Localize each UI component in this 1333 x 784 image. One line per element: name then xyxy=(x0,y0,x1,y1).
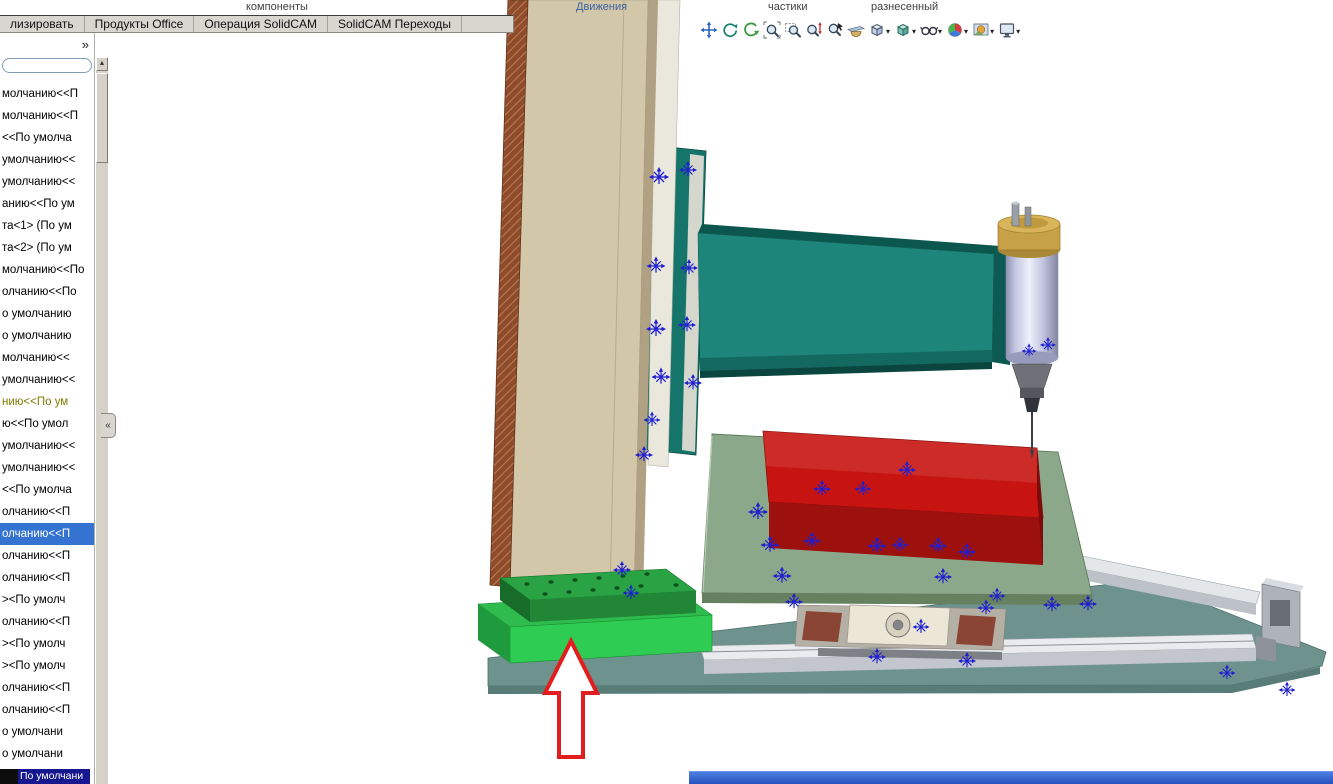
tree-item[interactable]: нию<<По ум xyxy=(0,391,94,413)
tree-item[interactable]: умолчанию<< xyxy=(0,435,94,457)
mount-plates-green[interactable] xyxy=(477,568,713,664)
panel-collapse-button[interactable]: « xyxy=(101,413,116,438)
tab-solidcam-operation[interactable]: Операция SolidCAM xyxy=(194,16,328,32)
tab-analyze[interactable]: лизировать xyxy=(0,16,85,32)
table-mechanism[interactable] xyxy=(794,604,1007,660)
bottom-black-block xyxy=(0,769,18,784)
tree-item[interactable]: умолчанию<< xyxy=(0,149,94,171)
tree-item[interactable]: та<1> (По ум xyxy=(0,215,94,237)
apply-scene-icon[interactable] xyxy=(970,20,991,41)
ribbon-fragment-exploded[interactable]: разнесенный xyxy=(871,1,938,13)
commandmanager-partial-row: компоненты Движения частики разнесенный xyxy=(0,0,1333,15)
edit-appearance-icon[interactable] xyxy=(944,20,965,41)
hide-show-items-icon[interactable] xyxy=(918,20,939,41)
tree-item[interactable]: о умолчанию xyxy=(0,325,94,347)
bottom-left-fragment: По умолчани xyxy=(0,769,90,784)
tree-item[interactable]: олчанию<<П xyxy=(0,567,94,589)
tree-item[interactable]: олчанию<<По xyxy=(0,281,94,303)
tree-item[interactable]: <<По умолча xyxy=(0,479,94,501)
tree-item[interactable]: <<По умолча xyxy=(0,127,94,149)
view-orientation-dropdown-caret[interactable]: ▾ xyxy=(886,28,890,36)
tree-item[interactable]: ><По умолч xyxy=(0,589,94,611)
edit-appearance-dropdown-caret[interactable]: ▾ xyxy=(964,28,968,36)
view-settings-dropdown-caret[interactable]: ▾ xyxy=(1016,28,1020,36)
solidworks-window: компоненты Движения частики разнесенный … xyxy=(0,0,1333,784)
featuremanager-panel: » молчанию<<П молчанию<<П <<По умолча умолч… xyxy=(0,33,95,784)
previous-view-icon[interactable] xyxy=(740,20,761,41)
apply-scene-dropdown-caret[interactable]: ▾ xyxy=(990,28,994,36)
ribbon-fragment-particles[interactable]: частики xyxy=(768,1,808,13)
feature-tree-list: молчанию<<П молчанию<<П <<По умолча умолчан… xyxy=(0,83,94,765)
tree-item[interactable]: умолчанию<< xyxy=(0,457,94,479)
panel-expand-chevron[interactable]: » xyxy=(82,37,89,52)
zoom-in-out-icon[interactable] xyxy=(803,20,824,41)
tree-item[interactable]: анию<<По ум xyxy=(0,193,94,215)
tree-item[interactable]: олчанию<<П xyxy=(0,611,94,633)
tree-item[interactable]: молчанию<< xyxy=(0,347,94,369)
tree-item[interactable]: умолчанию<< xyxy=(0,369,94,391)
scrollbar-up-button[interactable]: ▲ xyxy=(96,57,108,71)
machine-column[interactable] xyxy=(489,0,681,598)
tree-item[interactable]: олчанию<<П xyxy=(0,501,94,523)
tree-item[interactable]: та<2> (По ум xyxy=(0,237,94,259)
taskbar-fragment[interactable] xyxy=(689,771,1333,784)
display-style-icon[interactable] xyxy=(892,20,913,41)
zoom-to-area-icon[interactable] xyxy=(782,20,803,41)
section-view-icon[interactable] xyxy=(845,20,866,41)
view-orientation-icon[interactable] xyxy=(866,20,887,41)
tree-item[interactable]: о умолчанию xyxy=(0,303,94,325)
display-state-dropdown[interactable] xyxy=(2,58,92,73)
ribbon-fragment-components[interactable]: компоненты xyxy=(246,1,308,13)
tab-office-products[interactable]: Продукты Office xyxy=(85,16,195,32)
tree-item[interactable]: ю<<По умол xyxy=(0,413,94,435)
rotate-view-icon[interactable] xyxy=(719,20,740,41)
zoom-to-selection-icon[interactable] xyxy=(824,20,845,41)
tree-item[interactable]: ><По умолч xyxy=(0,655,94,677)
commandmanager-tabbar: лизировать Продукты Office Операция Soli… xyxy=(0,15,514,33)
tree-item[interactable]: о умолчани xyxy=(0,721,94,743)
tree-item[interactable]: о умолчани xyxy=(0,743,94,765)
view-settings-icon[interactable] xyxy=(996,20,1017,41)
tree-item[interactable]: молчанию<<П xyxy=(0,105,94,127)
tree-item[interactable]: молчанию<<П xyxy=(0,83,94,105)
display-style-dropdown-caret[interactable]: ▾ xyxy=(912,28,916,36)
tree-item[interactable]: умолчанию<< xyxy=(0,171,94,193)
spindle-assembly[interactable] xyxy=(997,201,1061,459)
tree-item[interactable]: олчанию<<П xyxy=(0,545,94,567)
tree-item[interactable]: олчанию<<П xyxy=(0,699,94,721)
tree-item[interactable]: олчанию<<П xyxy=(0,523,94,545)
tree-item[interactable]: ><По умолч xyxy=(0,633,94,655)
zoom-to-fit-icon[interactable] xyxy=(761,20,782,41)
tab-solidcam-transitions[interactable]: SolidCAM Переходы xyxy=(328,16,462,32)
pan-icon[interactable] xyxy=(698,20,719,41)
tree-item[interactable]: олчанию<<П xyxy=(0,677,94,699)
panel-header: » xyxy=(0,33,94,55)
view-toolbar: ▾ ▾ ▾ ▾ ▾ ▾ xyxy=(698,19,1022,41)
tree-item[interactable]: молчанию<<По xyxy=(0,259,94,281)
mate-symbol[interactable] xyxy=(1277,680,1297,697)
spindle-arm[interactable] xyxy=(697,224,1012,378)
ribbon-fragment-motion[interactable]: Движения xyxy=(576,1,627,13)
tree-item-selected-partial[interactable]: По умолчани xyxy=(18,769,90,784)
viewport-3d[interactable] xyxy=(0,0,1333,784)
scrollbar-thumb[interactable] xyxy=(96,73,108,163)
hide-show-items-dropdown-caret[interactable]: ▾ xyxy=(938,28,942,36)
